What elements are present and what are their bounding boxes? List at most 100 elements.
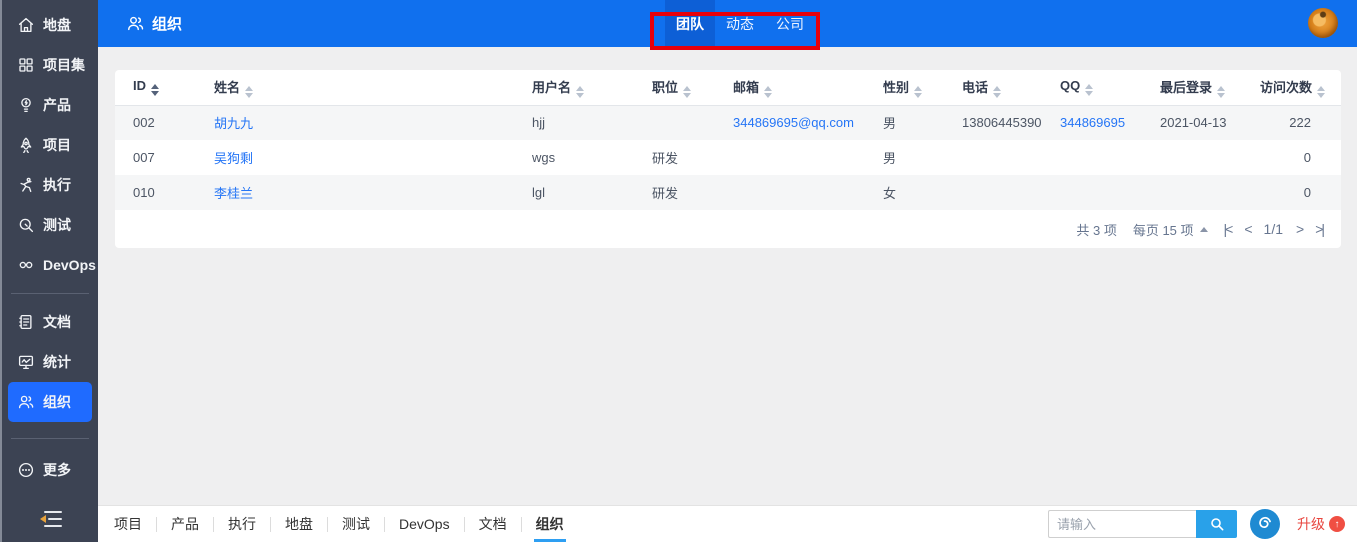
col-header-position[interactable]: 职位 xyxy=(652,70,733,106)
sidebar: 地盘 项目集 产品 项目 执行 测试 DevOps 文档 统计 组织 更多 xyxy=(0,0,98,542)
col-header-phone[interactable]: 电话 xyxy=(962,70,1060,106)
cell-last-login xyxy=(1160,140,1260,175)
next-page-button[interactable]: > xyxy=(1296,221,1304,237)
bottom-tab-product[interactable]: 产品 xyxy=(157,506,213,542)
sidebar-item-home[interactable]: 地盘 xyxy=(2,5,98,45)
sidebar-item-execution[interactable]: 执行 xyxy=(2,165,98,205)
caret-up-icon xyxy=(1199,226,1208,232)
avatar[interactable] xyxy=(1308,8,1338,38)
tab-company[interactable]: 公司 xyxy=(765,0,815,47)
bottom-tab-project[interactable]: 项目 xyxy=(100,506,156,542)
sidebar-item-doc[interactable]: 文档 xyxy=(2,302,98,342)
sidebar-item-label: 地盘 xyxy=(43,17,71,33)
col-header-gender[interactable]: 性别 xyxy=(883,70,962,106)
sort-icon xyxy=(914,85,923,98)
sidebar-item-label: 执行 xyxy=(43,177,71,193)
sort-icon xyxy=(1085,84,1094,97)
search-button[interactable] xyxy=(1196,510,1237,538)
sidebar-item-stats[interactable]: 统计 xyxy=(2,342,98,382)
team-table: ID 姓名 用户名 职位 邮箱 性别 电话 QQ 最后登录 访问次数 002 胡… xyxy=(115,70,1341,210)
sidebar-item-org[interactable]: 组织 xyxy=(8,382,92,422)
bottom-tabs: 项目 产品 执行 地盘 测试 DevOps 文档 组织 xyxy=(98,506,578,542)
qq-link[interactable]: 344869695 xyxy=(1060,115,1125,130)
top-header-bar: 组织 团队 动态 公司 xyxy=(98,0,1357,47)
search-input[interactable] xyxy=(1048,510,1196,538)
collapse-menu-icon xyxy=(40,511,62,527)
sidebar-item-devops[interactable]: DevOps xyxy=(2,245,98,285)
sort-icon xyxy=(151,84,159,97)
last-page-button[interactable]: >| xyxy=(1315,221,1325,237)
zentao-logo-icon[interactable] xyxy=(1250,509,1280,539)
sidebar-item-label: 文档 xyxy=(43,314,71,330)
cell-position xyxy=(652,105,733,140)
cell-username: wgs xyxy=(532,150,556,165)
pagination-bar: 共 3 项 每页 15 项 |< < 1/1 > >| xyxy=(115,210,1341,248)
user-name-link[interactable]: 胡九九 xyxy=(214,116,253,131)
col-header-name[interactable]: 姓名 xyxy=(214,70,532,106)
col-header-last-login[interactable]: 最后登录 xyxy=(1160,70,1260,106)
sidebar-item-product[interactable]: 产品 xyxy=(2,85,98,125)
first-page-button[interactable]: |< xyxy=(1224,221,1234,237)
cell-id: 010 xyxy=(133,185,155,200)
sort-icon xyxy=(993,85,1002,98)
sidebar-divider xyxy=(2,285,98,302)
table-row: 007 吴狗剩 wgs 研发 男 0 xyxy=(115,140,1341,175)
sidebar-item-more[interactable]: 更多 xyxy=(2,450,98,490)
sort-icon xyxy=(683,85,692,98)
project-rocket-icon xyxy=(16,136,35,155)
test-magnifier-icon xyxy=(16,216,35,235)
cell-gender: 男 xyxy=(883,116,897,132)
pagination-nav: |< < 1/1 > >| xyxy=(1224,221,1325,237)
sidebar-item-label: 项目集 xyxy=(43,57,85,73)
sort-icon xyxy=(245,85,254,98)
cell-gender: 女 xyxy=(883,186,897,201)
cell-gender: 男 xyxy=(883,151,897,166)
bottom-tab-home[interactable]: 地盘 xyxy=(271,506,327,542)
bottom-tab-execution[interactable]: 执行 xyxy=(214,506,270,542)
cell-visits: 0 xyxy=(1303,150,1311,165)
prev-page-button[interactable]: < xyxy=(1244,221,1252,237)
tab-team[interactable]: 团队 xyxy=(665,0,715,47)
sidebar-item-label: 更多 xyxy=(43,462,71,478)
col-header-id[interactable]: ID xyxy=(115,70,214,106)
bottom-tab-org[interactable]: 组织 xyxy=(522,506,578,542)
home-icon xyxy=(16,16,35,35)
cell-id: 007 xyxy=(133,150,155,165)
cell-id: 002 xyxy=(133,115,155,131)
header-tabs: 团队 动态 公司 xyxy=(665,0,815,47)
upgrade-button[interactable]: 升级 ↑ xyxy=(1297,514,1345,534)
sort-icon xyxy=(1217,85,1226,98)
cell-phone xyxy=(962,175,1060,210)
sidebar-item-project[interactable]: 项目 xyxy=(2,125,98,165)
sort-icon xyxy=(576,85,585,98)
sidebar-item-label: 统计 xyxy=(43,354,71,370)
email-link[interactable]: 344869695@qq.com xyxy=(733,115,854,130)
cell-position: 研发 xyxy=(652,186,679,201)
sidebar-item-programs[interactable]: 项目集 xyxy=(2,45,98,85)
pagination-total: 共 3 项 xyxy=(1076,222,1117,238)
bottom-tab-doc[interactable]: 文档 xyxy=(465,506,521,542)
bottom-tab-test[interactable]: 测试 xyxy=(328,506,384,542)
col-header-email[interactable]: 邮箱 xyxy=(733,70,883,106)
bottom-tab-devops[interactable]: DevOps xyxy=(385,506,464,542)
col-header-visits[interactable]: 访问次数 xyxy=(1260,70,1341,106)
per-page-selector[interactable]: 每页 15 项 xyxy=(1133,220,1208,239)
org-users-icon xyxy=(16,393,35,412)
col-header-username[interactable]: 用户名 xyxy=(532,70,652,106)
search-icon xyxy=(1210,518,1223,531)
sidebar-item-label: 组织 xyxy=(43,394,71,410)
user-name-link[interactable]: 吴狗剩 xyxy=(214,151,253,166)
sidebar-item-test[interactable]: 测试 xyxy=(2,205,98,245)
cell-qq xyxy=(1060,140,1160,175)
upgrade-label: 升级 xyxy=(1297,516,1325,532)
cell-last-login: 2021-04-13 xyxy=(1160,115,1227,131)
col-header-qq[interactable]: QQ xyxy=(1060,70,1160,106)
cell-visits: 0 xyxy=(1303,185,1311,200)
user-name-link[interactable]: 李桂兰 xyxy=(214,186,253,201)
upgrade-badge-icon: ↑ xyxy=(1329,516,1345,532)
sidebar-collapse-button[interactable] xyxy=(2,504,100,534)
tab-dynamics[interactable]: 动态 xyxy=(715,0,765,47)
cell-phone: 13806445390 xyxy=(962,115,1042,131)
cell-email xyxy=(733,175,883,210)
table-row: 010 李桂兰 lgl 研发 女 0 xyxy=(115,175,1341,210)
